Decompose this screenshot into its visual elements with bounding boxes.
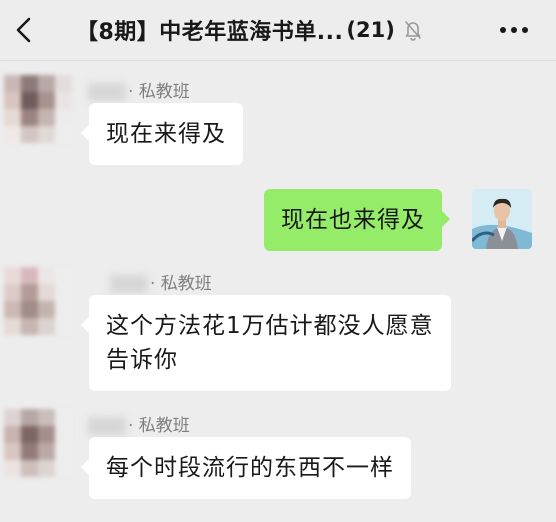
chat-header: 【8期】中老年蓝海书单... (21): [0, 0, 556, 60]
message-bubble[interactable]: 这个方法花1万估计都没人愿意 告诉你: [81, 295, 451, 391]
avatar[interactable]: [4, 409, 72, 477]
redacted-name: [110, 275, 148, 293]
message-text: 现在来得及: [106, 121, 226, 147]
message-list[interactable]: · 私教班 现在来得及 现在也来得及 · 私教班 这个方法花1万估计都没人愿意 …: [0, 61, 556, 522]
avatar[interactable]: [4, 267, 72, 335]
sender-name: · 私教班: [110, 269, 212, 294]
avatar[interactable]: [4, 75, 72, 143]
bell-off-icon: [403, 19, 423, 41]
sender-name: · 私教班: [88, 77, 190, 102]
group-name: 【8期】中老年蓝海书单...: [76, 20, 344, 45]
chevron-left-icon: [16, 17, 31, 43]
chat-title[interactable]: 【8期】中老年蓝海书单... (21): [76, 14, 423, 46]
self-avatar[interactable]: [472, 189, 532, 249]
message-text-line: 这个方法花1万估计都没人愿意: [106, 313, 434, 339]
message-bubble[interactable]: 每个时段流行的东西不一样: [81, 437, 411, 499]
message-bubble[interactable]: 现在来得及: [81, 103, 243, 165]
message-text: 每个时段流行的东西不一样: [106, 455, 394, 481]
back-button[interactable]: [6, 12, 42, 48]
sender-name: · 私教班: [88, 411, 190, 436]
message-text: 现在也来得及: [281, 207, 425, 233]
redacted-name: [88, 83, 126, 101]
message-text-line: 告诉你: [106, 347, 178, 373]
message-bubble-outgoing[interactable]: 现在也来得及: [264, 189, 450, 251]
redacted-name: [88, 417, 126, 435]
more-button[interactable]: [494, 14, 534, 46]
member-count: (21): [346, 18, 395, 42]
more-dots-icon: [500, 27, 528, 33]
chat-window: 【8期】中老年蓝海书单... (21) · 私教班 现在来得及 现在也来得及 ·…: [0, 0, 556, 522]
person-photo: [472, 189, 532, 249]
